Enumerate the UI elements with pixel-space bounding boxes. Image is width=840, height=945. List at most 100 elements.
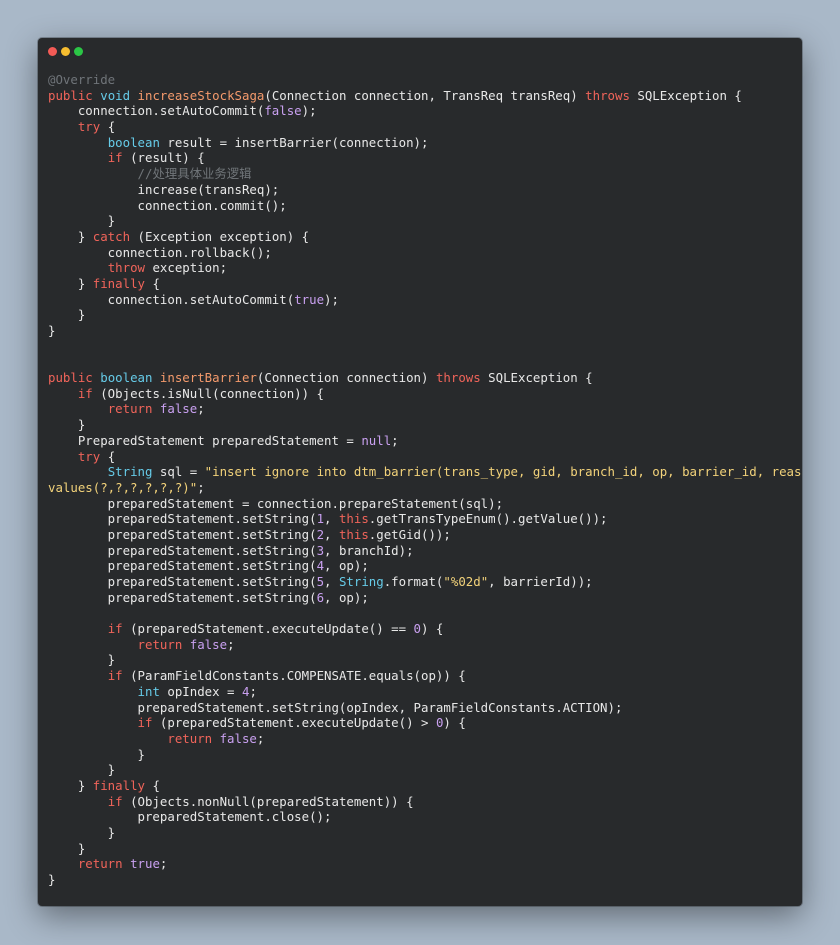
code-token: result = insertBarrier(connection); xyxy=(159,134,429,150)
code-token: preparedStatement.setString( xyxy=(48,558,317,574)
code-token: throws xyxy=(585,87,630,103)
code-line: increase(transReq); xyxy=(48,182,802,198)
code-token: } xyxy=(48,872,56,888)
code-line: connection.commit(); xyxy=(48,198,802,214)
code-line: if (Objects.isNull(connection)) { xyxy=(48,386,802,402)
code-token: } xyxy=(48,746,145,762)
code-token: if xyxy=(137,715,153,731)
code-token: catch xyxy=(92,228,131,244)
code-token: preparedStatement = connection.prepareSt… xyxy=(48,495,504,511)
close-dot-icon[interactable] xyxy=(48,47,57,56)
code-token: PreparedStatement preparedStatement = xyxy=(48,432,362,448)
window-titlebar xyxy=(38,38,802,66)
code-token: finally xyxy=(92,275,145,291)
maximize-dot-icon[interactable] xyxy=(74,47,83,56)
code-token: true xyxy=(130,856,160,872)
code-token: (Exception exception) { xyxy=(130,228,310,244)
code-token: String xyxy=(107,464,153,480)
code-token: } xyxy=(48,652,116,668)
code-line: return false; xyxy=(48,731,802,747)
code-token: } xyxy=(48,323,56,338)
code-line: int opIndex = 4; xyxy=(48,684,802,700)
code-token: false xyxy=(264,103,302,119)
code-line: if (Objects.nonNull(preparedStatement)) … xyxy=(48,794,802,810)
code-line: preparedStatement.setString(4, op); xyxy=(48,558,802,574)
code-line: preparedStatement.setString(opIndex, Par… xyxy=(48,700,802,716)
code-line: boolean result = insertBarrier(connectio… xyxy=(48,135,802,151)
code-token: throws xyxy=(435,370,481,386)
code-line: } xyxy=(48,747,802,763)
code-line: @Override xyxy=(48,72,802,88)
code-token: throw xyxy=(107,260,145,276)
code-line: String sql = "insert ignore into dtm_bar… xyxy=(48,464,802,480)
code-token: connection.setAutoCommit( xyxy=(48,291,295,307)
code-token: try xyxy=(77,119,101,135)
code-line: preparedStatement.close(); xyxy=(48,809,802,825)
code-token: (Objects.isNull(connection)) { xyxy=(92,385,325,401)
code-token: void xyxy=(100,87,131,103)
code-token: increase(transReq); xyxy=(48,181,280,197)
code-token: { xyxy=(100,119,116,135)
code-token: ) { xyxy=(421,621,444,637)
code-token: ; xyxy=(197,401,205,417)
code-token: preparedStatement.close(); xyxy=(48,809,332,825)
code-token: ; xyxy=(256,730,265,746)
code-line: values(?,?,?,?,?,?)"; xyxy=(48,480,802,496)
code-token: ; xyxy=(249,683,257,699)
code-token: 3 xyxy=(316,542,325,558)
code-token: 0 xyxy=(413,621,422,637)
code-token: public xyxy=(48,87,93,103)
code-token: public xyxy=(48,370,93,386)
code-token: @Override xyxy=(48,72,116,87)
code-line: preparedStatement.setString(2, this.getG… xyxy=(48,527,802,543)
code-line: } xyxy=(48,213,802,229)
code-token: 6 xyxy=(316,589,325,605)
code-block: @Override public void increaseStockSaga(C… xyxy=(48,72,802,888)
code-token: int xyxy=(137,683,160,699)
code-token: preparedStatement.setString( xyxy=(48,511,317,527)
code-token: 4 xyxy=(316,558,325,574)
code-line: } finally { xyxy=(48,778,802,794)
code-line: } xyxy=(48,825,802,841)
minimize-dot-icon[interactable] xyxy=(61,47,70,56)
code-token: 5 xyxy=(316,574,325,589)
code-line: //处理具体业务逻辑 xyxy=(48,166,802,182)
code-token: { xyxy=(144,275,160,291)
code-line: } finally { xyxy=(48,276,802,292)
code-token: } xyxy=(48,417,86,433)
code-token: (Objects.nonNull(preparedStatement)) { xyxy=(122,793,414,809)
code-token: preparedStatement.setString( xyxy=(48,574,317,589)
code-line: preparedStatement.setString(1, this.getT… xyxy=(48,511,802,527)
code-line: return false; xyxy=(48,637,802,653)
code-line: return false; xyxy=(48,401,802,417)
code-token: preparedStatement.setString( xyxy=(48,542,317,558)
code-token: } xyxy=(48,275,93,291)
code-token: } xyxy=(48,307,86,323)
code-token: connection.commit(); xyxy=(48,197,287,213)
code-token: return xyxy=(137,636,183,652)
code-line: try { xyxy=(48,449,802,465)
code-token: return xyxy=(167,730,213,746)
code-token: false xyxy=(219,730,257,746)
code-token: this xyxy=(338,511,369,527)
code-line: throw exception; xyxy=(48,260,802,276)
code-token: } xyxy=(48,840,86,856)
code-line: connection.setAutoCommit(true); xyxy=(48,292,802,308)
code-token: "insert ignore into dtm_barrier(trans_ty… xyxy=(204,464,802,480)
code-token: { xyxy=(144,777,160,793)
code-token: "%02d" xyxy=(443,574,489,589)
